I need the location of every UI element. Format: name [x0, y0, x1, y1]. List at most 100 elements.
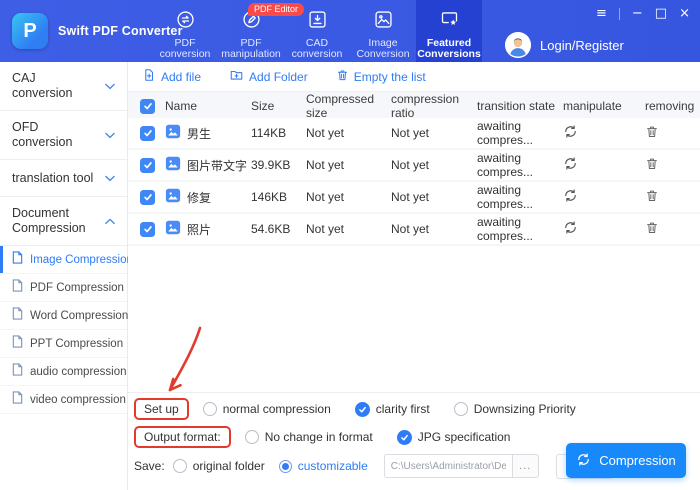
maximize-icon[interactable]: □ [655, 6, 667, 22]
add-file-label: Add file [161, 69, 202, 84]
save-row: Save: original folder customizable ... F… [134, 453, 613, 479]
minimize-icon[interactable]: − [632, 6, 643, 22]
radio-icon [453, 402, 468, 416]
sidebar-item-translation-tool[interactable]: translation tool [0, 160, 127, 197]
radio-icon [244, 430, 259, 444]
document-icon [11, 362, 24, 381]
app-logo: P [12, 13, 48, 49]
sidebar-item-label: Document Compression [12, 206, 86, 235]
compression-ratio: Not yet [391, 222, 430, 236]
nav-label: Featured Conversions [417, 36, 481, 60]
radio-icon [202, 402, 217, 416]
sidebar-item-image-compression[interactable]: Image Compression [0, 246, 133, 274]
file-size: 114KB [251, 126, 287, 140]
empty-list-label: Empty the list [353, 69, 426, 84]
add-folder-label: Add Folder [249, 69, 308, 84]
main-nav: PDF conversion PDF Editor PDF manipulati… [152, 0, 482, 62]
sidebar-item-caj-conversion[interactable]: CAJ conversion [0, 62, 127, 111]
compressed-size: Not yet [306, 158, 345, 172]
login-register[interactable]: Login/Register [505, 32, 624, 58]
sidebar-item-label: Image Compression [30, 253, 133, 266]
column-header-manipulate: manipulate [563, 99, 622, 113]
browse-ellipsis-button[interactable]: ... [511, 454, 539, 478]
table-row: 图片带文字 39.9KB Not yet Not yet awaiting co… [128, 150, 700, 182]
option-downsizing-priority[interactable]: Downsizing Priority [453, 402, 576, 416]
option-original-folder[interactable]: original folder [172, 459, 265, 473]
image-file-icon [165, 156, 181, 174]
sidebar-item-label: audio compression [30, 365, 127, 378]
compressed-size: Not yet [306, 126, 345, 140]
delete-icon[interactable] [645, 220, 659, 235]
sidebar-item-pdf-compression[interactable]: PDF Compression [0, 274, 127, 302]
user-avatar [505, 32, 531, 58]
sidebar-item-label: PPT Compression [30, 337, 124, 350]
file-toolbar: Add file Add Folder Empty the list [128, 62, 700, 92]
sidebar-item-ofd-conversion[interactable]: OFD conversion [0, 111, 127, 160]
sidebar-item-document-compression[interactable]: Document Compression [0, 197, 127, 246]
add-file-button[interactable]: Add file [142, 68, 201, 85]
delete-icon[interactable] [645, 124, 659, 139]
pdf-editor-badge: PDF Editor [248, 3, 305, 16]
sidebar-item-word-compression[interactable]: Word Compression [0, 302, 129, 330]
table-row: 修复 146KB Not yet Not yet awaiting compre… [128, 182, 700, 214]
option-jpg-specification[interactable]: JPG specification [396, 429, 510, 445]
nav-image-conversion[interactable]: Image Conversion [350, 0, 416, 62]
compression-button-label: Compression [599, 453, 676, 468]
nav-label: PDF conversion [159, 36, 211, 60]
radio-icon [172, 459, 187, 473]
radio-checked-icon [396, 429, 412, 445]
image-conversion-icon [373, 9, 394, 34]
file-name: 照片 [187, 222, 212, 237]
nav-featured-conversions[interactable]: Featured Conversions [416, 0, 482, 62]
refresh-icon[interactable] [563, 124, 578, 139]
document-icon [11, 250, 24, 269]
sidebar-item-audio-compression[interactable]: audio compression [0, 358, 127, 386]
settings-divider [128, 392, 700, 393]
save-path-input[interactable] [383, 454, 512, 478]
nav-pdf-conversion[interactable]: PDF conversion [152, 0, 218, 62]
annotation-arrow [168, 326, 202, 392]
sidebar-item-ppt-compression[interactable]: PPT Compression [0, 330, 127, 358]
login-label: Login/Register [540, 37, 624, 53]
compressed-size: Not yet [306, 222, 345, 236]
compression-button[interactable]: Compression [566, 443, 686, 478]
column-header-removing: removing [645, 99, 695, 113]
chevron-down-icon [105, 126, 115, 144]
row-checkbox[interactable] [140, 125, 155, 141]
close-icon[interactable]: × [679, 6, 690, 22]
refresh-icon[interactable] [563, 188, 578, 203]
main-content: Add file Add Folder Empty the list Name … [128, 62, 700, 490]
add-folder-icon [229, 68, 244, 85]
featured-conversions-icon [439, 9, 460, 34]
table-header: Name Size Compressed size compression ra… [128, 92, 700, 120]
delete-icon[interactable] [645, 156, 659, 171]
add-file-icon [142, 68, 156, 85]
refresh-icon[interactable] [563, 156, 578, 171]
menu-icon[interactable]: ≡ [596, 6, 607, 22]
empty-list-button[interactable]: Empty the list [336, 68, 426, 85]
sidebar-item-label: OFD conversion [12, 120, 73, 149]
option-normal-compression[interactable]: normal compression [202, 402, 331, 416]
transition-state: awaiting compres... [477, 215, 534, 243]
option-clarity-first[interactable]: clarity first [354, 401, 430, 417]
row-checkbox[interactable] [140, 189, 155, 205]
refresh-icon[interactable] [563, 220, 578, 235]
select-all-checkbox[interactable] [140, 98, 155, 114]
compression-ratio: Not yet [391, 190, 430, 204]
add-folder-button[interactable]: Add Folder [229, 68, 308, 85]
nav-label: PDF manipulation [221, 36, 281, 60]
sidebar-item-label: Word Compression [30, 309, 129, 322]
document-icon [11, 390, 24, 409]
window-controls: ≡ − □ × [596, 6, 690, 22]
sidebar-item-video-compression[interactable]: video compression [0, 386, 127, 414]
nav-label: CAD conversion [291, 36, 343, 60]
window-controls-divider [618, 8, 620, 20]
row-checkbox[interactable] [140, 157, 155, 173]
delete-icon[interactable] [645, 188, 659, 203]
row-checkbox[interactable] [140, 221, 155, 237]
sidebar-item-label: translation tool [12, 170, 94, 185]
nav-pdf-manipulation[interactable]: PDF Editor PDF manipulation [218, 0, 305, 62]
option-no-change-format[interactable]: No change in format [244, 430, 373, 444]
option-customizable[interactable]: customizable [278, 459, 368, 473]
table-row: 照片 54.6KB Not yet Not yet awaiting compr… [128, 214, 700, 246]
